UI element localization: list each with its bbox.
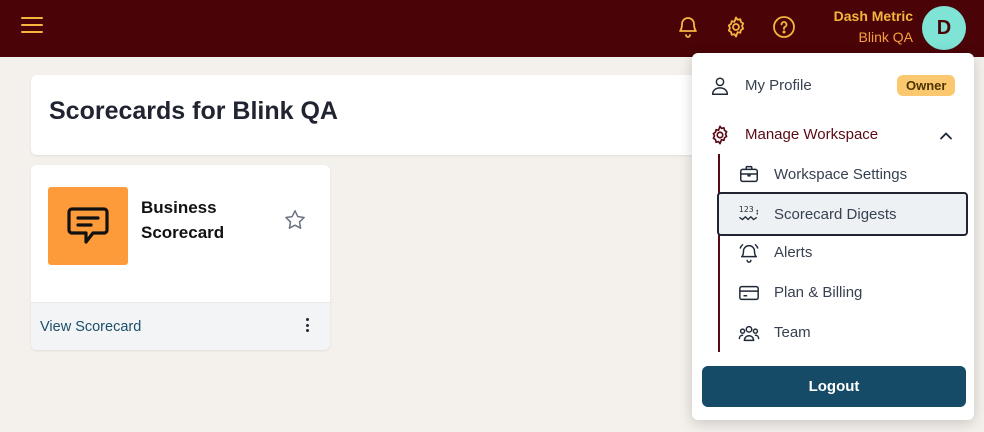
account-dropdown-menu: My Profile Owner Manage Workspace Worksp… (692, 53, 974, 420)
scorecard-thumbnail (48, 187, 128, 265)
user-icon (711, 77, 729, 95)
chevron-up-icon[interactable] (938, 128, 954, 144)
hamburger-menu-icon[interactable] (21, 17, 43, 35)
menu-item-label: My Profile (745, 77, 812, 94)
menu-item-alerts[interactable]: Alerts (692, 233, 974, 273)
page-title: Scorecards for Blink QA (49, 97, 338, 125)
more-options-icon[interactable] (299, 318, 315, 336)
menu-item-team[interactable]: Team (692, 313, 974, 353)
team-icon (738, 325, 760, 342)
alarm-bell-icon (739, 244, 759, 263)
menu-item-label: Plan & Billing (774, 284, 863, 301)
workspace-name[interactable]: Blink QA (859, 29, 913, 45)
star-icon[interactable] (283, 208, 307, 232)
menu-item-label: Manage Workspace (745, 126, 879, 143)
help-icon[interactable] (772, 15, 796, 39)
svg-text:123: 123 (739, 205, 754, 214)
digest-numbers-icon: 123 (739, 205, 758, 221)
menu-item-label: Workspace Settings (774, 166, 908, 183)
page-header-card: Scorecards for Blink QA (31, 75, 711, 155)
menu-item-label: Team (774, 324, 811, 341)
menu-item-my-profile[interactable]: My Profile Owner (692, 66, 974, 106)
menu-item-scorecard-digests[interactable]: 123 Scorecard Digests (692, 194, 974, 234)
scorecard-card[interactable]: Business Scorecard View Scorecard (31, 165, 330, 350)
chat-message-icon (67, 207, 109, 244)
credit-card-icon (739, 285, 759, 301)
scorecard-name[interactable]: Business Scorecard (141, 195, 261, 245)
menu-item-workspace-settings[interactable]: Workspace Settings (692, 154, 974, 194)
user-name[interactable]: Dash Metric (834, 8, 913, 24)
bell-icon[interactable] (676, 15, 700, 39)
menu-item-plan-billing[interactable]: Plan & Billing (692, 273, 974, 313)
view-scorecard-link[interactable]: View Scorecard (40, 319, 141, 335)
logout-button[interactable]: Logout (702, 366, 966, 407)
scorecard-card-footer: View Scorecard (31, 302, 330, 350)
menu-item-manage-workspace[interactable]: Manage Workspace (692, 115, 974, 155)
avatar[interactable]: D (922, 6, 966, 50)
menu-item-label: Alerts (774, 244, 813, 261)
role-badge: Owner (897, 75, 956, 96)
gear-icon[interactable] (724, 15, 748, 39)
top-bar: Dash Metric Blink QA D (0, 0, 984, 57)
gear-icon (712, 125, 728, 145)
menu-item-label: Scorecard Digests (774, 206, 897, 223)
briefcase-icon (740, 165, 758, 183)
